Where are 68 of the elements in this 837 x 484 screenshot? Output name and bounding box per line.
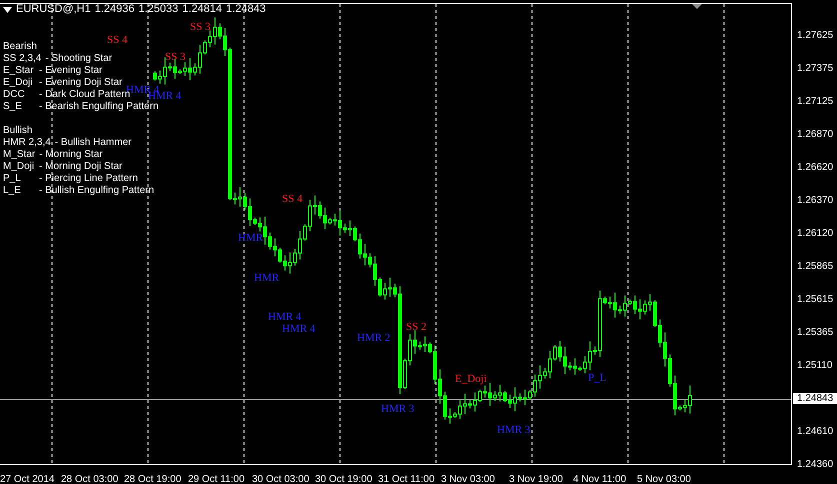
- price-tick-label: 1.26620: [797, 162, 834, 173]
- price-tick-label: 1.27125: [797, 96, 834, 107]
- pattern-label: HMR 3: [381, 403, 414, 415]
- pattern-label: SS 3: [190, 21, 210, 33]
- legend-description: - Evening Star: [39, 65, 102, 77]
- price-tick-label: 1.25865: [797, 261, 834, 272]
- pattern-label: SS 3: [165, 51, 186, 63]
- price-tick-label: 1.25365: [797, 327, 834, 338]
- time-tick-label: 30 Oct 19:00: [315, 474, 372, 484]
- legend-description: - Bullish Engulfing Pattern: [39, 185, 154, 197]
- legend-code: S_E: [3, 101, 23, 113]
- price-tick-label: 1.27375: [797, 63, 834, 74]
- legend-code: E_Doji: [3, 77, 34, 89]
- legend-heading: Bullish: [3, 125, 34, 137]
- legend-description: - Morning Star: [39, 149, 103, 161]
- time-tick-label: 28 Oct 19:00: [124, 474, 182, 484]
- pattern-label: P_L: [588, 372, 606, 384]
- price-tick-label: 1.27625: [797, 30, 834, 41]
- legend-description: - Bearish Engulfing Pattern: [39, 101, 159, 113]
- symbol-timeframe: EURUSD@,H1: [16, 3, 91, 16]
- pattern-label: HMR: [254, 272, 280, 284]
- time-tick-label: 27 Oct 2014: [0, 474, 54, 484]
- pattern-label: SS 2: [406, 321, 426, 333]
- dropdown-triangle-icon[interactable]: [3, 6, 12, 12]
- legend-description: - Bullish Hammer: [54, 137, 132, 149]
- legend-code: HMR 2,3,4: [3, 137, 52, 149]
- time-tick-label: 29 Oct 11:00: [188, 474, 245, 484]
- time-tick-label: 3 Nov 19:00: [509, 474, 563, 484]
- time-tick-label: 31 Oct 11:00: [378, 474, 435, 484]
- time-tick-label: 30 Oct 03:00: [252, 474, 310, 484]
- legend-code: M_Doji: [3, 161, 36, 173]
- ohlc-price: 1.24843: [226, 3, 266, 16]
- price-tick-label: 1.26120: [797, 228, 834, 239]
- pattern-label: HMR 4: [282, 323, 316, 335]
- legend-heading: Bearish: [3, 41, 38, 53]
- price-tick-label: 1.26370: [797, 195, 834, 206]
- ohlc-price: 1.24814: [182, 3, 222, 16]
- pattern-label: HMR 4: [148, 90, 182, 102]
- pattern-label: HMR 2: [357, 332, 390, 344]
- time-tick-label: 3 Nov 03:00: [441, 474, 495, 484]
- pattern-label: E_Doji: [455, 373, 487, 385]
- legend-description: - Piercing Line Pattern: [39, 173, 138, 185]
- legend-code: DCC: [3, 89, 26, 101]
- price-tick-label: 1.24610: [797, 426, 834, 437]
- time-tick-label: 5 Nov 03:00: [637, 474, 691, 484]
- legend-code: L_E: [3, 185, 22, 197]
- chart-shift-marker-icon[interactable]: [692, 4, 702, 9]
- price-tick-label: 1.24360: [797, 459, 834, 470]
- ohlc-price: 1.25033: [138, 3, 178, 16]
- legend-code: E_Star: [3, 65, 35, 77]
- pattern-label: SS 4: [107, 34, 128, 46]
- legend-description: - Evening Doji Star: [39, 77, 122, 89]
- time-tick-label: 4 Nov 11:00: [573, 474, 626, 484]
- price-tick-label: 1.26870: [797, 129, 834, 140]
- pattern-label: HMR 4: [268, 311, 302, 323]
- legend-code: M_Star: [3, 149, 36, 161]
- time-tick-label: 28 Oct 03:00: [61, 474, 118, 484]
- ohlc-price: 1.24936: [94, 3, 134, 16]
- pattern-label: SS 4: [282, 193, 302, 205]
- legend-description: - Morning Doji Star: [39, 161, 122, 173]
- legend-code: SS 2,3,4: [3, 53, 42, 65]
- price-tick-label: 1.25110: [797, 360, 832, 371]
- pattern-label: HMR 3: [497, 424, 530, 436]
- current-price-label: 1.24843: [793, 393, 837, 404]
- price-tick-label: 1.25615: [797, 294, 834, 305]
- legend-code: P_L: [3, 173, 22, 185]
- pattern-label: HMR: [238, 232, 264, 244]
- legend-description: - Shooting Star: [45, 53, 112, 65]
